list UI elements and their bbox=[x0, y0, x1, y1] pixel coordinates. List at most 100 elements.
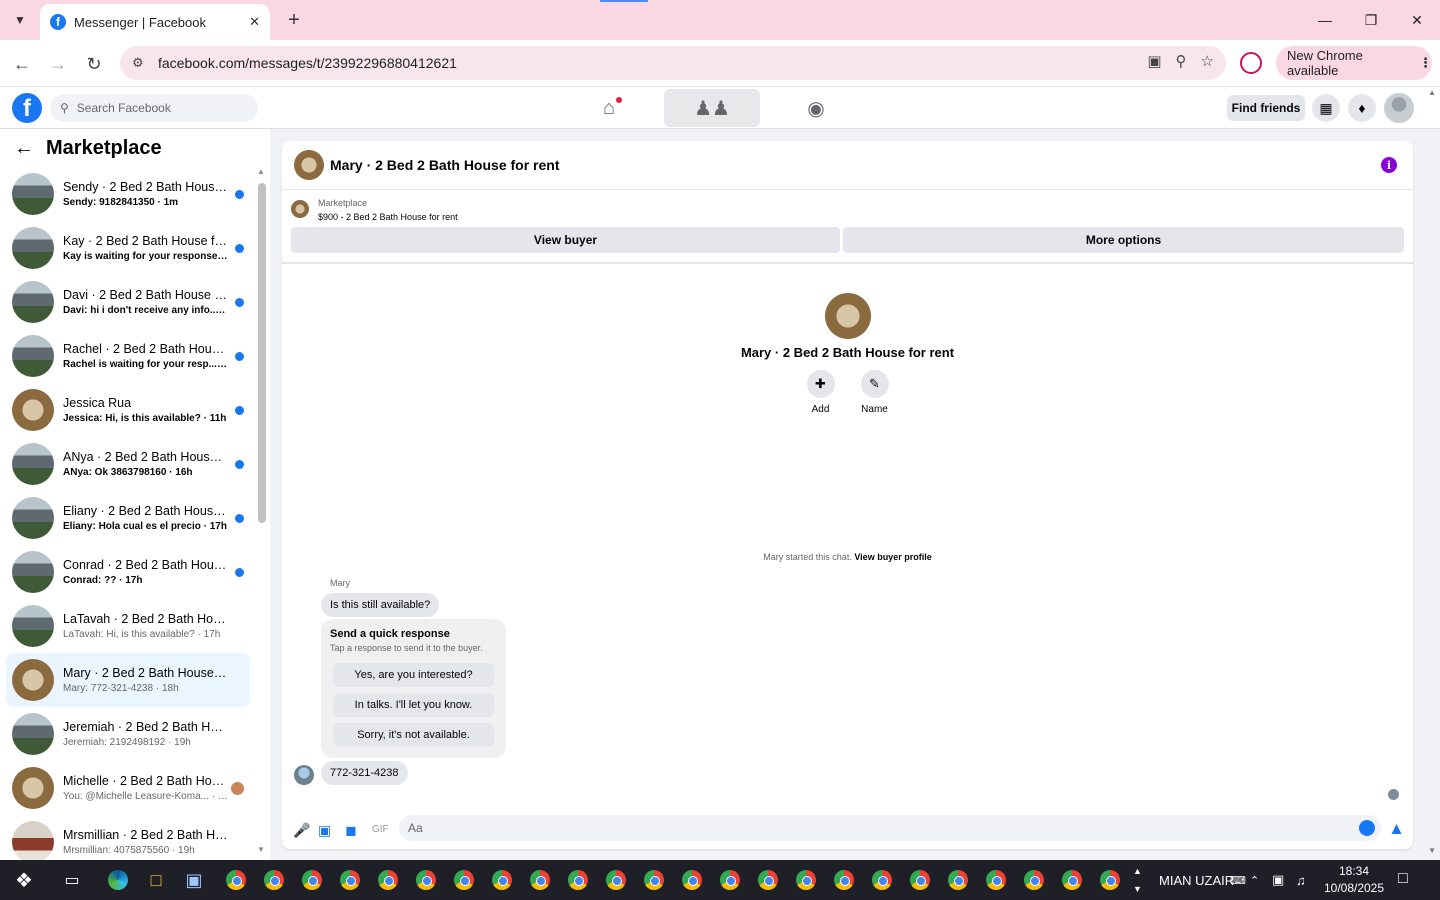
taskbar-clock[interactable]: 18:34 10/08/2025 bbox=[1318, 863, 1390, 897]
chrome-taskbar-icon[interactable] bbox=[564, 866, 592, 894]
conversation-item[interactable]: Rachel · 2 Bed 2 Bath House f... Rachel i… bbox=[6, 329, 250, 383]
name-action[interactable]: ✎ Name bbox=[859, 370, 891, 415]
tab-close-icon[interactable]: ✕ bbox=[249, 14, 260, 30]
search-input[interactable] bbox=[76, 101, 237, 115]
groups-nav-icon[interactable]: ◉ bbox=[768, 89, 864, 127]
tray-language-icon[interactable]: ⌨ bbox=[1230, 860, 1246, 900]
emoji-icon[interactable] bbox=[1359, 820, 1375, 836]
chrome-taskbar-icon[interactable] bbox=[526, 866, 554, 894]
chrome-update-button[interactable]: New Chrome available ⋮ bbox=[1276, 46, 1432, 80]
bookmark-star-icon[interactable]: ☆ bbox=[1201, 52, 1214, 70]
sender-avatar[interactable] bbox=[294, 765, 314, 785]
windows-start-icon[interactable]: ❖ bbox=[10, 866, 38, 894]
listing-title[interactable]: $900 - 2 Bed 2 Bath House for rent bbox=[318, 212, 458, 222]
like-thumbs-up-icon[interactable]: ▲ bbox=[1388, 819, 1405, 839]
chrome-taskbar-icon[interactable] bbox=[450, 866, 478, 894]
restore-button[interactable]: ❐ bbox=[1348, 0, 1394, 40]
site-info-icon[interactable]: ⚙ bbox=[132, 55, 150, 71]
conversation-item[interactable]: Michelle · 2 Bed 2 Bath Hous... You: @Mic… bbox=[6, 761, 250, 815]
chrome-taskbar-icon[interactable] bbox=[260, 866, 288, 894]
find-friends-button[interactable]: Find friends bbox=[1227, 95, 1305, 121]
chrome-taskbar-icon[interactable] bbox=[1020, 866, 1048, 894]
tray-user[interactable]: MIAN UZAIR bbox=[1159, 860, 1234, 900]
conversation-item[interactable]: LaTavah · 2 Bed 2 Bath House f... LaTavah… bbox=[6, 599, 250, 653]
task-view-icon[interactable]: ▭ bbox=[58, 866, 86, 894]
chat-title[interactable]: Mary · 2 Bed 2 Bath House for rent bbox=[330, 157, 560, 173]
install-app-icon[interactable]: ▣ bbox=[1147, 52, 1161, 70]
sidebar-scrollbar[interactable] bbox=[258, 183, 266, 523]
notifications-bell-icon[interactable]: ♦ bbox=[1348, 94, 1376, 122]
gif-icon[interactable]: GIF bbox=[372, 824, 389, 835]
quick-reply-button[interactable]: In talks. I'll let you know. bbox=[333, 693, 494, 717]
facebook-logo-icon[interactable]: f bbox=[12, 93, 42, 123]
chrome-taskbar-icon[interactable] bbox=[716, 866, 744, 894]
volume-icon[interactable]: ♫ bbox=[1296, 860, 1306, 900]
tray-chevron-icon[interactable]: ⌃ bbox=[1250, 860, 1259, 900]
quick-reply-button[interactable]: Sorry, it's not available. bbox=[333, 723, 494, 747]
browser-tab[interactable]: f Messenger | Facebook ✕ bbox=[40, 4, 270, 40]
friends-nav-icon[interactable]: ♟♟ bbox=[664, 89, 760, 127]
microphone-icon[interactable]: 🎤 bbox=[293, 822, 310, 839]
page-scroll-down[interactable]: ▼ bbox=[1428, 846, 1436, 855]
account-avatar[interactable] bbox=[1384, 93, 1414, 123]
chrome-taskbar-icon[interactable] bbox=[830, 866, 858, 894]
edge-icon[interactable] bbox=[104, 866, 132, 894]
chrome-taskbar-icon[interactable] bbox=[906, 866, 934, 894]
chrome-taskbar-icon[interactable] bbox=[602, 866, 630, 894]
conversation-item[interactable]: Conrad · 2 Bed 2 Bath House ... Conrad: ?… bbox=[6, 545, 250, 599]
conversation-item[interactable]: Mrsmillian · 2 Bed 2 Bath Hous... Mrsmill… bbox=[6, 815, 250, 860]
back-button[interactable]: ← bbox=[8, 50, 36, 78]
more-options-button[interactable]: More options bbox=[843, 227, 1404, 253]
profile-icon[interactable] bbox=[1240, 52, 1262, 74]
page-scroll-up[interactable]: ▲ bbox=[1428, 88, 1436, 97]
new-tab-button[interactable]: + bbox=[282, 8, 306, 32]
back-arrow-icon[interactable]: ← bbox=[14, 137, 34, 160]
chrome-taskbar-icon[interactable] bbox=[678, 866, 706, 894]
conversation-item[interactable]: Jeremiah · 2 Bed 2 Bath House f... Jeremi… bbox=[6, 707, 250, 761]
tab-search-button[interactable]: ▼ bbox=[8, 8, 32, 32]
forward-button[interactable]: → bbox=[44, 50, 72, 78]
chrome-taskbar-icon[interactable] bbox=[222, 866, 250, 894]
view-buyer-profile-link[interactable]: View buyer profile bbox=[854, 552, 931, 562]
chrome-taskbar-icon[interactable] bbox=[944, 866, 972, 894]
conversation-item[interactable]: Eliany · 2 Bed 2 Bath House fo... Eliany:… bbox=[6, 491, 250, 545]
chrome-taskbar-icon[interactable] bbox=[868, 866, 896, 894]
chrome-taskbar-icon[interactable] bbox=[982, 866, 1010, 894]
chrome-taskbar-icon[interactable] bbox=[336, 866, 364, 894]
reload-button[interactable]: ↻ bbox=[80, 50, 108, 78]
message-input[interactable] bbox=[408, 821, 1308, 835]
scroll-up-arrow[interactable]: ▲ bbox=[257, 167, 265, 176]
chrome-taskbar-icon[interactable] bbox=[754, 866, 782, 894]
file-explorer-icon[interactable]: □ bbox=[142, 866, 170, 894]
taskbar-overflow-arrows[interactable]: ▲ ▼ bbox=[1133, 862, 1142, 898]
notification-center-icon[interactable]: □ bbox=[1398, 870, 1408, 888]
conversation-item[interactable]: ANya · 2 Bed 2 Bath House fo... ANya: Ok … bbox=[6, 437, 250, 491]
add-action[interactable]: ✚ Add bbox=[805, 370, 837, 415]
view-buyer-button[interactable]: View buyer bbox=[291, 227, 840, 253]
home-nav-icon[interactable]: ⌂ bbox=[561, 89, 657, 127]
minimize-button[interactable]: — bbox=[1302, 0, 1348, 40]
message-input-wrapper[interactable] bbox=[399, 815, 1381, 841]
scroll-down-arrow[interactable]: ▼ bbox=[257, 845, 265, 854]
chrome-taskbar-icon[interactable] bbox=[1096, 866, 1124, 894]
zoom-icon[interactable]: ⚲ bbox=[1176, 52, 1187, 70]
chat-avatar[interactable] bbox=[294, 150, 324, 180]
app-icon[interactable]: ▣ bbox=[180, 866, 208, 894]
chrome-taskbar-icon[interactable] bbox=[412, 866, 440, 894]
info-icon[interactable]: i bbox=[1381, 157, 1397, 173]
conversation-item[interactable]: Jessica Rua Jessica: Hi, is this availabl… bbox=[6, 383, 250, 437]
quick-reply-button[interactable]: Yes, are you interested? bbox=[333, 663, 494, 687]
chrome-taskbar-icon[interactable] bbox=[1058, 866, 1086, 894]
chrome-taskbar-icon[interactable] bbox=[298, 866, 326, 894]
conversation-item[interactable]: Kay · 2 Bed 2 Bath House for r... Kay is … bbox=[6, 221, 250, 275]
conversation-item[interactable]: Davi · 2 Bed 2 Bath House for ... Davi: h… bbox=[6, 275, 250, 329]
chrome-taskbar-icon[interactable] bbox=[374, 866, 402, 894]
facebook-search[interactable]: ⚲ bbox=[50, 94, 258, 122]
chrome-taskbar-icon[interactable] bbox=[488, 866, 516, 894]
conversation-item[interactable]: Mary · 2 Bed 2 Bath House for r... Mary: … bbox=[6, 653, 250, 707]
menu-grid-icon[interactable]: ▦ bbox=[1312, 94, 1340, 122]
photo-icon[interactable]: ▣ bbox=[318, 822, 331, 839]
window-close-button[interactable]: ✕ bbox=[1394, 0, 1440, 40]
chrome-taskbar-icon[interactable] bbox=[792, 866, 820, 894]
network-icon[interactable]: ▣ bbox=[1272, 860, 1284, 900]
